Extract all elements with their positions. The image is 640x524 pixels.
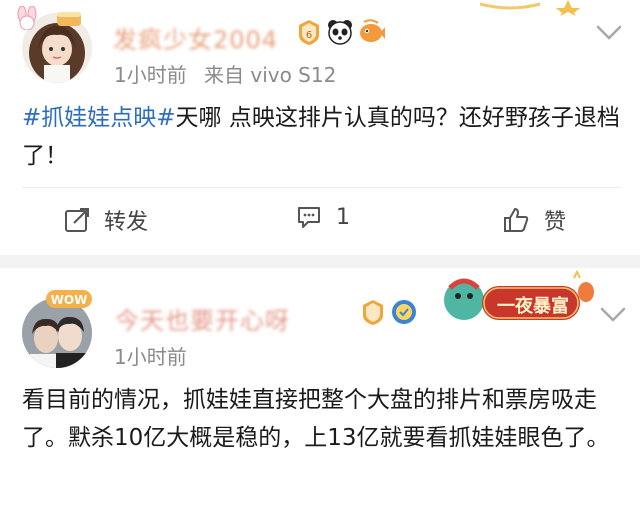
bunny-ornament-icon [12, 5, 42, 31]
chevron-down-icon[interactable] [592, 20, 626, 44]
post-text: 看目前的情况，抓娃娃直接把整个大盘的排片和票房吸走了。默杀10亿大概是稳的，上1… [22, 387, 610, 451]
topic-link[interactable]: #抓娃娃点映# [22, 105, 176, 131]
repost-icon [65, 208, 89, 232]
cake-ornament-icon [54, 6, 84, 28]
username[interactable]: 发疯少女2004 [113, 20, 278, 55]
verified-badge-icon [390, 298, 418, 326]
fortune-sticker[interactable]: 一夜暴富 [436, 269, 600, 336]
username[interactable]: 今天也要开心呀 [115, 301, 290, 336]
like-label: 赞 [544, 210, 567, 235]
repost-button[interactable]: 转发 [64, 204, 148, 236]
repost-label: 转发 [104, 210, 149, 235]
weibo-post-1: 发疯少女2004 6 1小时前 来自 vivo S12 #抓娃娃点映#天哪 点映… [0, 0, 640, 255]
fish-badge-icon [358, 18, 386, 46]
svg-text:6: 6 [306, 30, 312, 41]
thumbs-up-icon [504, 208, 529, 232]
gold-decoration-icon [479, 0, 590, 16]
panda-badge-icon [326, 18, 354, 46]
chevron-down-icon[interactable] [596, 302, 630, 326]
feed-separator [0, 255, 640, 268]
post-time: 1小时前 [114, 63, 187, 87]
post-divider [22, 187, 620, 188]
comment-icon [298, 207, 320, 228]
user-level-badge: 6 [296, 18, 322, 46]
post-time: 1小时前 [114, 345, 187, 369]
wow-tag-icon: WOW [44, 288, 94, 310]
comment-count: 1 [336, 204, 350, 230]
post-text: #抓娃娃点映#天哪 点映这排片认真的吗？还好野孩子退档了！ [22, 99, 622, 175]
comment-button[interactable]: 1 [296, 204, 350, 230]
weibo-post-2: WOW 今天也要开心呀 一夜暴富 1小时前 看目前的情况，抓娃娃直接把整个大盘的… [0, 268, 640, 524]
sticker-text: 一夜暴富 [497, 296, 569, 317]
svg-text:WOW: WOW [51, 293, 88, 307]
user-level-badge [360, 298, 386, 326]
post-source[interactable]: 来自 vivo S12 [204, 59, 336, 88]
like-button[interactable]: 赞 [502, 204, 566, 236]
